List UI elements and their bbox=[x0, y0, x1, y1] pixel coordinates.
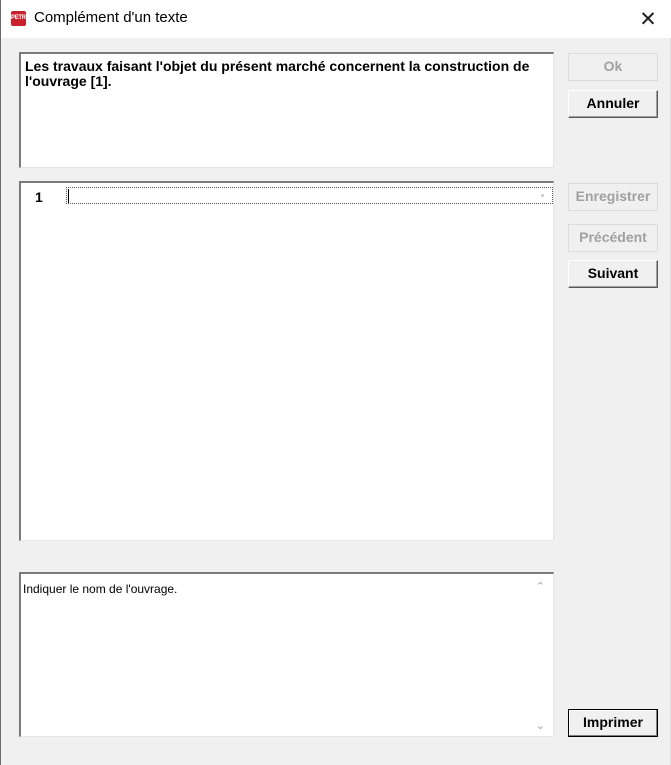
dialog-window: PETRA Complément d'un texte ✕ Les travau… bbox=[0, 0, 671, 765]
help-text-panel: Indiquer le nom de l'ouvrage. ⌃ ⌄ bbox=[19, 572, 554, 737]
ok-button[interactable]: Ok bbox=[568, 53, 658, 81]
app-logo-icon: PETRA bbox=[11, 11, 30, 26]
source-text: Les travaux faisant l'objet du présent m… bbox=[25, 58, 530, 89]
window-title: Complément d'un texte bbox=[34, 9, 188, 26]
field-marker-icon bbox=[541, 194, 544, 197]
help-text: Indiquer le nom de l'ouvrage. bbox=[23, 582, 178, 596]
text-caret bbox=[68, 189, 69, 203]
scroll-down-icon[interactable]: ⌄ bbox=[536, 719, 545, 732]
fill-in-list: 1 bbox=[19, 181, 554, 541]
save-button[interactable]: Enregistrer bbox=[568, 183, 658, 211]
cancel-button[interactable]: Annuler bbox=[568, 90, 658, 118]
close-button[interactable]: ✕ bbox=[625, 0, 671, 38]
scroll-up-icon[interactable]: ⌃ bbox=[536, 580, 545, 593]
row-number: 1 bbox=[35, 189, 43, 205]
previous-button[interactable]: Précédent bbox=[568, 224, 658, 252]
print-button[interactable]: Imprimer bbox=[568, 709, 658, 737]
next-button[interactable]: Suivant bbox=[568, 260, 658, 288]
close-icon: ✕ bbox=[639, 7, 657, 31]
row-value-input[interactable] bbox=[66, 187, 553, 204]
title-bar: PETRA Complément d'un texte ✕ bbox=[1, 0, 671, 38]
source-text-panel: Les travaux faisant l'objet du présent m… bbox=[19, 52, 554, 168]
